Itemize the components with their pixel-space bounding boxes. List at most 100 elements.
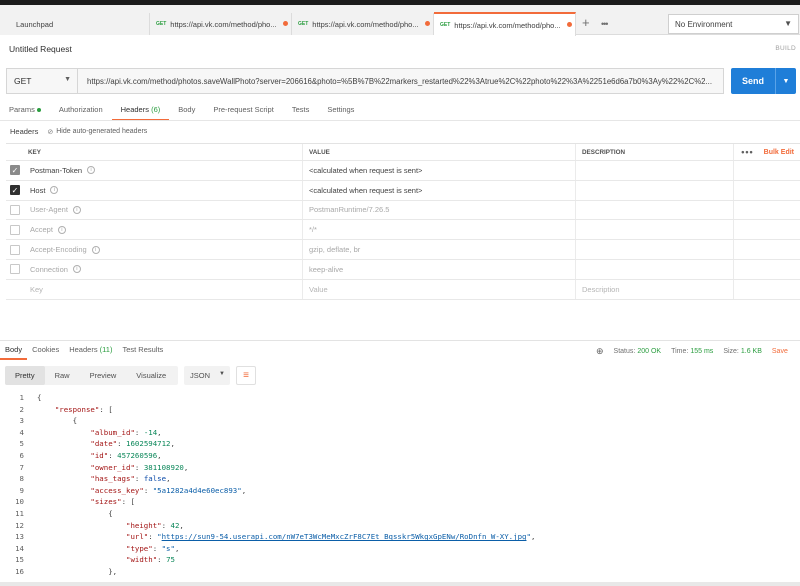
new-tab-plus-icon[interactable]: + <box>582 16 590 29</box>
view-raw-button[interactable]: Raw <box>45 366 80 385</box>
column-description: DESCRIPTION <box>576 144 734 160</box>
more-options-icon[interactable]: ••• <box>741 147 753 157</box>
response-body-code[interactable]: 1{ 2 "response": [ 3 { 4 "album_id": -14… <box>0 392 800 578</box>
tab-response-body[interactable]: Body <box>0 342 28 360</box>
tab-method: GET <box>298 21 309 27</box>
tab-response-cookies[interactable]: Cookies <box>27 342 64 360</box>
code-line: 7 "owner_id": 381108920, <box>19 462 189 472</box>
new-value-input[interactable]: Value <box>303 279 576 299</box>
tab-count: (11) <box>99 345 113 354</box>
description-cell[interactable] <box>576 259 734 279</box>
key-text: Postman-Token <box>30 165 83 175</box>
unsaved-dot-icon <box>567 22 572 27</box>
new-description-input[interactable]: Description <box>576 279 734 299</box>
info-icon[interactable]: i <box>72 265 81 274</box>
tab-launchpad[interactable]: Launchpad <box>0 13 150 35</box>
tab-label: Tests <box>291 105 310 114</box>
description-cell[interactable] <box>576 200 734 220</box>
url-input[interactable]: https://api.vk.com/method/photos.saveWal… <box>78 77 723 86</box>
build-label[interactable]: BUILD <box>775 45 796 52</box>
send-options-chevron-icon[interactable]: ▼ <box>776 78 796 85</box>
key-cell[interactable]: Accept i <box>25 220 303 240</box>
value-cell[interactable]: */* <box>303 220 576 240</box>
save-response-button[interactable]: Save <box>772 348 788 355</box>
response-divider[interactable] <box>0 340 800 341</box>
chevron-down-icon: ▼ <box>784 19 792 28</box>
tab-request-2[interactable]: GET https://api.vk.com/method/pho... <box>292 13 434 35</box>
info-icon[interactable]: i <box>87 166 96 175</box>
view-preview-button[interactable]: Preview <box>80 366 127 385</box>
row-checkbox[interactable] <box>10 244 20 255</box>
method-select[interactable]: GET ▼ <box>7 69 78 93</box>
key-cell[interactable]: Postman-Token i <box>25 161 303 180</box>
key-cell[interactable]: Host i <box>25 180 303 200</box>
row-checkbox[interactable] <box>10 224 20 235</box>
headers-table: KEY VALUE DESCRIPTION ••• Bulk Edit ✓ Po… <box>6 143 800 300</box>
value-cell[interactable]: <calculated when request is sent> <box>303 180 576 200</box>
row-checkbox[interactable]: ✓ <box>10 165 20 176</box>
tab-settings[interactable]: Settings <box>318 101 363 121</box>
hide-auto-headers-toggle[interactable]: ⊘ Hide auto-generated headers <box>47 128 147 136</box>
column-value: VALUE <box>303 144 576 160</box>
environment-select[interactable]: No Environment ▼ <box>668 14 799 34</box>
info-icon[interactable]: i <box>91 245 100 254</box>
info-icon[interactable]: i <box>57 225 66 234</box>
new-key-input[interactable]: Key <box>25 279 303 299</box>
table-row: ✓ Host i <calculated when request is sent… <box>6 180 800 201</box>
info-icon[interactable]: i <box>72 205 81 214</box>
size-label: Size: <box>723 348 739 355</box>
tab-test-results[interactable]: Test Results <box>117 342 168 360</box>
view-visualize-button[interactable]: Visualize <box>126 366 176 385</box>
table-row: Connection i keep-alive <box>6 259 800 280</box>
chevron-down-icon: ▼ <box>64 76 71 83</box>
time-value[interactable]: 155 ms <box>690 348 713 355</box>
value-cell[interactable]: <calculated when request is sent> <box>303 161 576 180</box>
row-tail <box>734 280 800 299</box>
tab-request-3[interactable]: GET https://api.vk.com/method/pho... <box>434 12 576 36</box>
key-cell[interactable]: Connection i <box>25 259 303 279</box>
description-cell[interactable] <box>576 220 734 240</box>
wrap-lines-icon[interactable]: ≡ <box>236 366 256 385</box>
info-icon[interactable]: i <box>50 186 59 195</box>
key-cell[interactable]: Accept-Encoding i <box>25 240 303 259</box>
description-cell[interactable] <box>576 180 734 200</box>
description-cell[interactable] <box>576 161 734 180</box>
row-checkbox[interactable] <box>10 264 20 275</box>
globe-icon[interactable]: ⊕ <box>596 346 604 357</box>
photo-url-link[interactable]: https://sun9-54.userapi.com/nW7eT3WcMeMx… <box>162 532 527 541</box>
value-cell[interactable]: gzip, deflate, br <box>303 240 576 259</box>
description-cell[interactable] <box>576 240 734 259</box>
row-checkbox[interactable] <box>10 204 20 215</box>
format-select[interactable]: JSON ▼ <box>184 366 230 385</box>
time-label: Time: <box>671 348 689 355</box>
code-line: 13 "url": "https://sun9-54.userapi.com/n… <box>15 532 536 542</box>
bulk-edit-link[interactable]: Bulk Edit <box>764 149 794 156</box>
tab-response-headers[interactable]: Headers (11) <box>64 342 117 360</box>
key-cell[interactable]: User-Agent i <box>25 200 303 220</box>
tab-bar: Launchpad GET https://api.vk.com/method/… <box>0 5 800 36</box>
row-checkbox-cell <box>6 201 25 220</box>
row-checkbox[interactable]: ✓ <box>10 185 20 196</box>
request-title[interactable]: Untitled Request <box>9 44 72 54</box>
status-value[interactable]: 200 OK <box>637 348 661 355</box>
tab-headers[interactable]: Headers (6) <box>111 101 170 121</box>
row-tail <box>734 161 800 180</box>
code-line: 11 { <box>15 508 113 518</box>
tab-title: https://api.vk.com/method/pho... <box>170 19 277 29</box>
tab-params[interactable]: Params <box>0 101 50 121</box>
value-cell[interactable]: PostmanRuntime/7.26.5 <box>303 200 576 220</box>
tab-authorization[interactable]: Authorization <box>50 101 112 121</box>
tab-body[interactable]: Body <box>169 101 204 121</box>
tab-pre-request-script[interactable]: Pre-request Script <box>204 101 282 121</box>
tab-tests[interactable]: Tests <box>283 101 319 121</box>
size-value[interactable]: 1.6 KB <box>741 348 762 355</box>
send-button[interactable]: Send ▼ <box>731 68 796 94</box>
code-line: 1{ <box>19 393 42 402</box>
tab-request-1[interactable]: GET https://api.vk.com/method/pho... <box>150 13 292 35</box>
row-tail <box>734 220 800 239</box>
value-cell[interactable]: keep-alive <box>303 259 576 279</box>
table-header-row: KEY VALUE DESCRIPTION ••• Bulk Edit <box>6 144 800 161</box>
view-pretty-button[interactable]: Pretty <box>5 366 45 385</box>
tab-label: Params <box>9 105 35 114</box>
more-tabs-icon[interactable]: ••• <box>601 19 609 29</box>
